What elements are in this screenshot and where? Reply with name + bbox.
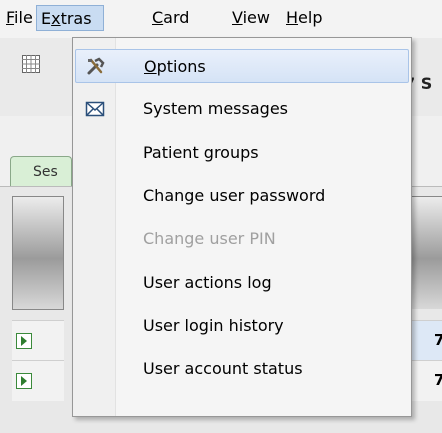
- tab-session[interactable]: Ses: [10, 156, 72, 188]
- table-cell: 7: [410, 320, 442, 361]
- menu-item-options[interactable]: Options: [75, 49, 409, 83]
- menu-item-change-user-password[interactable]: Change user password: [75, 179, 409, 213]
- tab-session-label: Ses: [33, 164, 58, 180]
- menu-item-user-login-history[interactable]: User login history: [75, 309, 409, 343]
- menu-item-change-user-password-label: Change user password: [143, 186, 326, 205]
- menu-item-user-actions-log-label: User actions log: [143, 273, 272, 292]
- menu-bar: File Extras Card View Help: [0, 0, 442, 38]
- menu-item-user-account-status-label: User account status: [143, 359, 303, 378]
- tools-icon: [87, 57, 105, 75]
- menu-item-system-messages-label: System messages: [143, 99, 288, 118]
- table-cell: 7: [410, 360, 442, 401]
- menu-item-change-user-pin: Change user PIN: [75, 222, 409, 256]
- envelope-icon: [85, 101, 105, 117]
- menu-extras-label: tras: [60, 9, 92, 28]
- menu-extras[interactable]: Extras: [36, 5, 104, 31]
- menu-item-options-label: Options: [144, 57, 206, 76]
- menu-help[interactable]: Help: [282, 5, 326, 31]
- column-header-right: [410, 196, 442, 309]
- menu-card-mnemonic: C: [152, 8, 164, 27]
- menu-item-patient-groups-label: Patient groups: [143, 143, 259, 162]
- menu-file[interactable]: File: [2, 5, 37, 31]
- cell-value: 7: [434, 371, 442, 389]
- menu-help-label: elp: [298, 8, 323, 27]
- menu-view-label: iew: [242, 8, 270, 27]
- menu-extras-prefix: E: [41, 9, 52, 28]
- menu-item-patient-groups[interactable]: Patient groups: [75, 136, 409, 170]
- extras-dropdown-menu: Options System messages Patient groups C…: [72, 37, 412, 417]
- cell-value: 7: [434, 331, 442, 349]
- menu-view-mnemonic: V: [232, 8, 243, 27]
- menu-item-user-login-history-label: User login history: [143, 316, 284, 335]
- menu-item-system-messages[interactable]: System messages: [75, 92, 409, 126]
- menu-item-change-user-pin-label: Change user PIN: [143, 229, 276, 248]
- menu-file-mnemonic: F: [6, 8, 15, 27]
- menu-card-label: ard: [163, 8, 190, 27]
- menu-file-label: ile: [14, 8, 33, 27]
- grid-icon[interactable]: [22, 55, 40, 73]
- menu-item-user-account-status[interactable]: User account status: [75, 352, 409, 386]
- expand-arrow-icon[interactable]: [16, 373, 32, 389]
- column-header: [12, 196, 64, 310]
- menu-help-mnemonic: H: [286, 8, 299, 27]
- menu-view[interactable]: View: [228, 5, 274, 31]
- expand-arrow-icon[interactable]: [16, 333, 32, 349]
- menu-extras-mnemonic: x: [51, 9, 61, 28]
- menu-card[interactable]: Card: [148, 5, 193, 31]
- menu-item-user-actions-log[interactable]: User actions log: [75, 266, 409, 300]
